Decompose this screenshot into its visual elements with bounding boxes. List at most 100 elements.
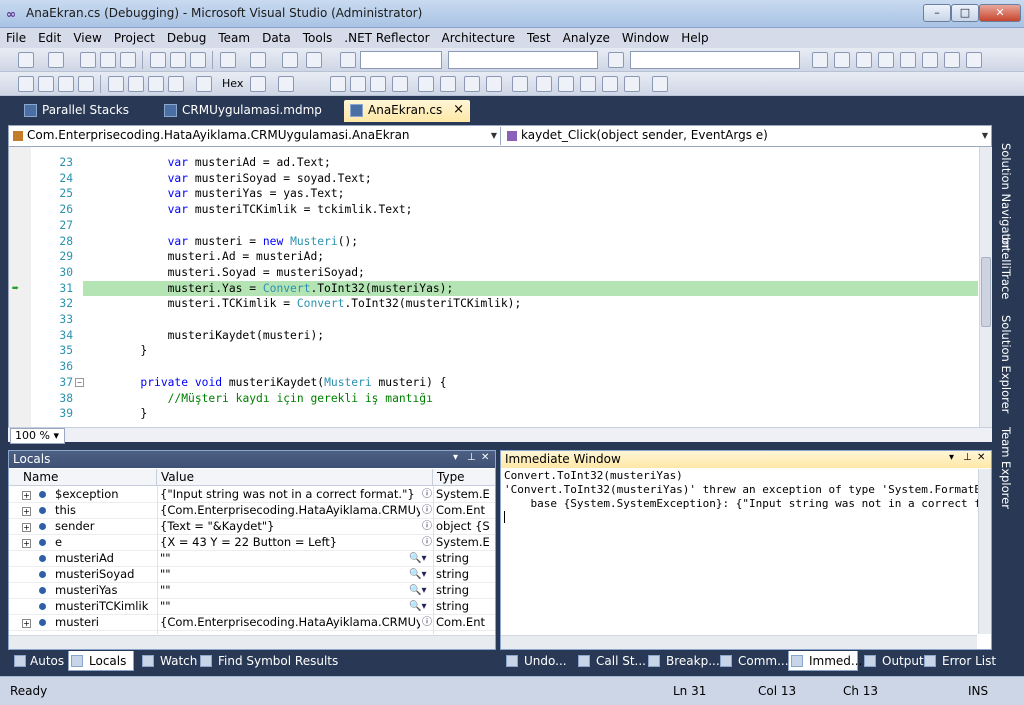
- tab-immediate[interactable]: Immed...: [788, 651, 862, 671]
- tab-call-stack[interactable]: Call St...: [578, 651, 646, 671]
- code-line[interactable]: 33: [9, 312, 984, 328]
- toolbar-options-icon[interactable]: [652, 76, 668, 92]
- tab-command-window[interactable]: Comm...: [720, 651, 789, 671]
- immediate-vertical-scrollbar[interactable]: [978, 469, 991, 634]
- menu-view[interactable]: View: [67, 28, 107, 46]
- uncomment-icon[interactable]: [486, 76, 502, 92]
- object-browser-icon[interactable]: [856, 52, 872, 68]
- restart-icon[interactable]: [78, 76, 94, 92]
- cut-icon[interactable]: [150, 52, 166, 68]
- next-bookmark-folder-icon[interactable]: [602, 76, 618, 92]
- menu-architecture[interactable]: Architecture: [436, 28, 521, 46]
- locals-row[interactable]: musteriTCKimlik "" 🔍▾ string: [9, 599, 495, 615]
- copy-icon[interactable]: [170, 52, 186, 68]
- show-next-statement-icon[interactable]: [108, 76, 124, 92]
- quick-watch-icon[interactable]: [196, 76, 212, 92]
- code-line[interactable]: 24 var musteriSoyad = soyad.Text;: [9, 171, 984, 187]
- tab-autos[interactable]: Autos: [14, 651, 64, 671]
- tab-watch-1[interactable]: Watch 1: [142, 651, 209, 671]
- tab-find-symbol-results[interactable]: Find Symbol Results: [200, 651, 338, 671]
- tab-crm-mdmp[interactable]: CRMUygulamasi.mdmp: [158, 100, 338, 122]
- close-tab-icon[interactable]: ×: [453, 102, 464, 117]
- locals-row[interactable]: musteriYas "" 🔍▾ string: [9, 583, 495, 599]
- open-file-icon[interactable]: [80, 52, 96, 68]
- start-page-icon[interactable]: [922, 52, 938, 68]
- code-line[interactable]: 28 var musteri = new Musteri();: [9, 234, 984, 250]
- visualizer-icon[interactable]: 🔍▾: [409, 551, 435, 566]
- undo-icon[interactable]: [220, 52, 236, 68]
- local-value[interactable]: "": [160, 551, 420, 566]
- tab-error-list[interactable]: Error List: [924, 651, 996, 671]
- local-value[interactable]: {X = 43 Y = 22 Button = Left}: [160, 535, 420, 550]
- more-tools-icon[interactable]: [966, 52, 982, 68]
- code-line[interactable]: 26 var musteriTCKimlik = tckimlik.Text;: [9, 202, 984, 218]
- find-combo[interactable]: [630, 51, 800, 69]
- code-line[interactable]: 27: [9, 218, 984, 234]
- close-button[interactable]: ✕: [979, 4, 1021, 22]
- breakpoint-icon[interactable]: [250, 76, 266, 92]
- locals-row[interactable]: + e {X = 43 Y = 22 Button = Left} ⓘ System.E: [9, 535, 495, 551]
- close-pane-icon[interactable]: ✕: [977, 452, 985, 463]
- locals-row[interactable]: musteriAd "" 🔍▾ string: [9, 551, 495, 567]
- pin-icon[interactable]: ⊥: [963, 452, 972, 463]
- column-value[interactable]: Value: [157, 469, 433, 486]
- class-combo[interactable]: Com.Enterprisecoding.HataAyiklama.CRMUyg…: [9, 127, 501, 145]
- find-in-files-icon[interactable]: [608, 52, 624, 68]
- member-list-icon[interactable]: [350, 76, 366, 92]
- locals-row[interactable]: musteriSoyad "" 🔍▾ string: [9, 567, 495, 583]
- new-project-icon[interactable]: [18, 52, 34, 68]
- parameter-info-icon[interactable]: [370, 76, 386, 92]
- code-line[interactable]: 39 }: [9, 406, 984, 422]
- clear-bookmarks-icon[interactable]: [624, 76, 640, 92]
- locals-row[interactable]: + this {Com.Enterprisecoding.HataAyiklama.…: [9, 503, 495, 519]
- menu-net-reflector[interactable]: .NET Reflector: [338, 28, 435, 46]
- menu-file[interactable]: File: [0, 28, 32, 46]
- immediate-output[interactable]: Convert.ToInt32(musteriYas) 'Convert.ToIn…: [504, 469, 978, 629]
- tab-parallel-stacks[interactable]: Parallel Stacks: [18, 100, 148, 122]
- solution-platform-combo[interactable]: [448, 51, 598, 69]
- tab-output[interactable]: Output: [864, 651, 924, 671]
- code-line[interactable]: ➨ 31 musteri.Yas = Convert.ToInt32(muster…: [9, 280, 984, 297]
- close-pane-icon[interactable]: ✕: [481, 452, 489, 463]
- member-combo[interactable]: kaydet_Click(object sender, EventArgs e)…: [503, 127, 991, 145]
- menu-project[interactable]: Project: [108, 28, 161, 46]
- comment-icon[interactable]: [464, 76, 480, 92]
- navigate-forward-icon[interactable]: [306, 52, 322, 68]
- continue-icon[interactable]: [18, 76, 34, 92]
- save-icon[interactable]: [100, 52, 116, 68]
- code-line[interactable]: 32 musteri.TCKimlik = Convert.ToInt32(mu…: [9, 296, 984, 312]
- menu-edit[interactable]: Edit: [32, 28, 67, 46]
- locals-horizontal-scrollbar[interactable]: [9, 635, 495, 649]
- previous-bookmark-icon[interactable]: [536, 76, 552, 92]
- expand-icon[interactable]: +: [22, 619, 31, 628]
- step-over-icon[interactable]: [148, 76, 164, 92]
- visualizer-icon[interactable]: 🔍▾: [409, 599, 435, 614]
- side-tab-solution-navigator[interactable]: Solution Navigator: [999, 143, 1013, 250]
- menu-window[interactable]: Window: [616, 28, 675, 46]
- complete-word-icon[interactable]: [392, 76, 408, 92]
- column-name[interactable]: Name: [9, 469, 157, 486]
- previous-bookmark-folder-icon[interactable]: [580, 76, 596, 92]
- solution-configuration-combo[interactable]: [360, 51, 442, 69]
- expand-icon[interactable]: +: [22, 523, 31, 532]
- step-into-icon[interactable]: [128, 76, 144, 92]
- zoom-combo[interactable]: 100 % ▾: [10, 428, 65, 444]
- code-line[interactable]: 30 musteri.Soyad = musteriSoyad;: [9, 265, 984, 281]
- code-line[interactable]: 23 var musteriAd = ad.Text;: [9, 155, 984, 171]
- text-editor-icon[interactable]: [330, 76, 346, 92]
- code-line[interactable]: 34 musteriKaydet(musteri);: [9, 328, 984, 344]
- visualizer-icon[interactable]: 🔍▾: [409, 567, 435, 582]
- menu-team[interactable]: Team: [212, 28, 256, 46]
- visualizer-icon[interactable]: 🔍▾: [409, 583, 435, 598]
- menu-test[interactable]: Test: [521, 28, 557, 46]
- editor-scroll-thumb[interactable]: [981, 257, 991, 327]
- maximize-button[interactable]: □: [951, 4, 979, 22]
- code-line[interactable]: 25 var musteriYas = yas.Text;: [9, 186, 984, 202]
- paste-icon[interactable]: [190, 52, 206, 68]
- code-line[interactable]: 29 musteri.Ad = musteriAd;: [9, 249, 984, 265]
- local-value[interactable]: {Com.Enterprisecoding.HataAyiklama.CRMUy…: [160, 615, 420, 630]
- collapse-region-icon[interactable]: −: [75, 377, 84, 387]
- pin-icon[interactable]: ⊥: [467, 452, 476, 463]
- properties-icon[interactable]: [834, 52, 850, 68]
- side-tab-intellitrace[interactable]: IntelliTrace: [999, 237, 1013, 299]
